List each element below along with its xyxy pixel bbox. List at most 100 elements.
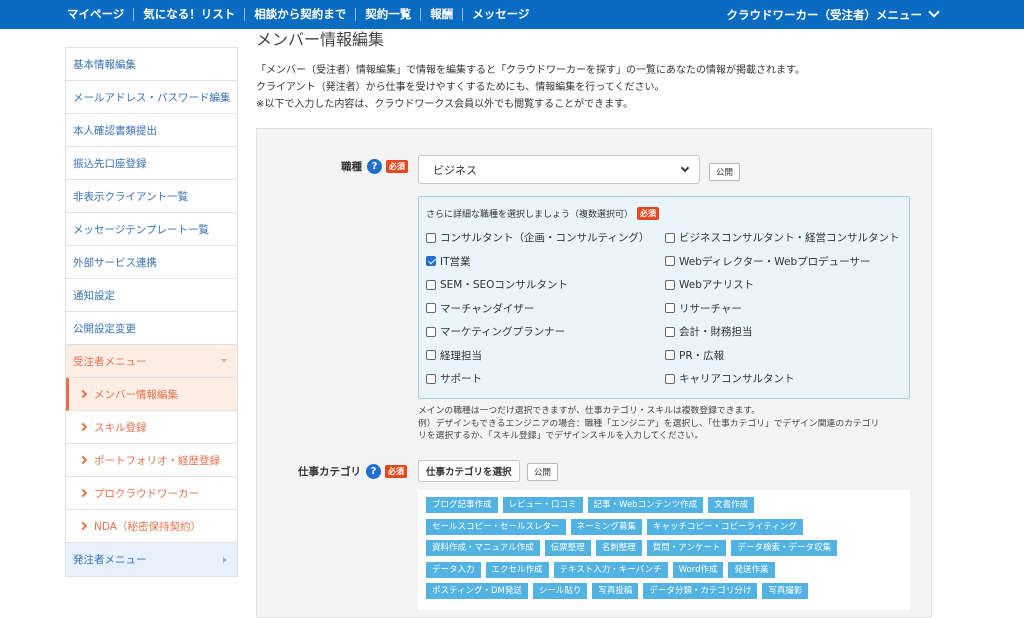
- category-tag[interactable]: セールスコピー・セールスレター: [426, 518, 566, 535]
- sidebar-item-visibility[interactable]: 公開設定変更: [66, 312, 237, 345]
- sidebar-sub-label: メンバー情報編集: [94, 388, 178, 401]
- job-type-public-button[interactable]: 公開: [709, 163, 741, 181]
- category-tag[interactable]: エクセル作成: [485, 561, 549, 578]
- checkbox-unchecked[interactable]: [665, 303, 675, 313]
- category-tag[interactable]: 写真撮影: [762, 583, 809, 599]
- sidebar-section-client-menu[interactable]: 発注者メニュー: [66, 543, 237, 576]
- chevron-down-icon: [928, 6, 940, 18]
- checkbox-checked[interactable]: [426, 256, 436, 266]
- sidebar-item-nda[interactable]: NDA（秘密保持契約）: [66, 510, 237, 543]
- checkbox-unchecked[interactable]: [426, 303, 436, 313]
- checkbox-label: IT営業: [440, 255, 471, 268]
- category-tag[interactable]: ネーミング募集: [570, 518, 643, 535]
- help-icon[interactable]: ?: [366, 464, 381, 479]
- sidebar-item-portfolio[interactable]: ポートフォリオ・経歴登録: [66, 444, 237, 477]
- category-tag-row: データ入力 エクセル作成 テキスト入力・キーパンチ Word作成 発送作業: [426, 561, 780, 578]
- category-tag[interactable]: 文書作成: [708, 497, 755, 513]
- sidebar-item-basic-info[interactable]: 基本情報編集: [66, 48, 237, 81]
- category-tag[interactable]: 質問・アンケート: [646, 540, 727, 556]
- sidebar-item-email-password[interactable]: メールアドレス・パスワード編集: [66, 81, 237, 114]
- job-type-select[interactable]: ビジネス: [418, 155, 700, 184]
- checkbox-unchecked[interactable]: [665, 326, 675, 337]
- category-public-button[interactable]: 公開: [527, 463, 559, 481]
- intro-line: クライアント（発注者）から仕事を受けやすくするためにも、情報編集を行ってください…: [256, 82, 665, 93]
- nav-favorites[interactable]: 気になる！リスト: [134, 8, 246, 21]
- category-tag[interactable]: Word作成: [672, 561, 724, 578]
- job-type-checkbox-option[interactable]: コンサルタント（企画・コンサルティング）: [426, 230, 649, 245]
- category-tag[interactable]: ブログ記事作成: [426, 497, 498, 513]
- category-tag[interactable]: キャッチコピー・コピーライティング: [647, 518, 803, 535]
- sidebar-item-pro-worker[interactable]: プロクラウドワーカー: [66, 477, 237, 510]
- checkbox-unchecked[interactable]: [426, 232, 436, 243]
- job-type-checkbox-option[interactable]: マーチャンダイザー: [426, 301, 534, 316]
- category-tag[interactable]: 名刺整理: [595, 540, 642, 556]
- sidebar-item-external-services[interactable]: 外部サービス連携: [66, 246, 237, 279]
- nav-mypage[interactable]: マイページ: [58, 8, 135, 21]
- job-type-checkbox-option[interactable]: キャリアコンサルタント: [665, 371, 795, 386]
- category-tags-area: ブログ記事作成 レビュー・口コミ 記事・Webコンテンツ作成 文書作成セールスコピー・…: [418, 490, 910, 610]
- worker-menu-dropdown[interactable]: クラウドワーカー（受注者）メニュー: [727, 0, 940, 29]
- category-tag-row: ポスティング・DM発送 シール貼り 写真投稿 データ分類・カテゴリ分け 写真撮影: [426, 583, 813, 599]
- checkbox-unchecked[interactable]: [665, 373, 675, 384]
- checkbox-label: 経理担当: [440, 349, 482, 362]
- sidebar-item-message-templates[interactable]: メッセージテンプレート一覧: [66, 213, 237, 246]
- checkbox-unchecked[interactable]: [426, 326, 436, 337]
- job-type-checkbox-option[interactable]: SEM・SEOコンサルタント: [426, 277, 568, 292]
- checkbox-unchecked[interactable]: [665, 350, 675, 360]
- checkbox-unchecked[interactable]: [426, 279, 436, 290]
- caret-right-icon: [223, 556, 227, 563]
- sidebar-sub-label: プロクラウドワーカー: [94, 487, 199, 500]
- sidebar-item-hidden-clients[interactable]: 非表示クライアント一覧: [66, 180, 237, 213]
- checkbox-unchecked[interactable]: [426, 350, 436, 360]
- nav-contracts[interactable]: 契約一覧: [356, 8, 422, 21]
- select-category-button[interactable]: 仕事カテゴリを選択: [418, 460, 520, 482]
- sidebar-item-member-info[interactable]: メンバー情報編集: [66, 378, 237, 411]
- category-tag[interactable]: レビュー・口コミ: [502, 497, 583, 513]
- job-type-checkbox-option[interactable]: Webディレクター・Webプロデューサー: [665, 254, 870, 269]
- nav-consult-to-contract[interactable]: 相談から契約まで: [245, 8, 357, 21]
- nav-rewards[interactable]: 報酬: [421, 8, 464, 21]
- checkbox-unchecked[interactable]: [426, 373, 436, 384]
- category-tag[interactable]: テキスト入力・キーパンチ: [553, 561, 668, 578]
- job-type-checkbox-option[interactable]: PR・広報: [665, 348, 724, 363]
- category-tag[interactable]: 写真投稿: [592, 583, 639, 599]
- sidebar-item-skills[interactable]: スキル登録: [66, 411, 237, 444]
- sidebar-item-notifications[interactable]: 通知設定: [66, 279, 237, 312]
- category-tag[interactable]: 発送作業: [728, 561, 775, 578]
- nav-messages[interactable]: メッセージ: [463, 8, 538, 21]
- category-tag[interactable]: データ入力: [426, 561, 481, 578]
- category-tag[interactable]: ポスティング・DM発送: [426, 583, 528, 599]
- job-type-checkbox-option[interactable]: ビジネスコンサルタント・経営コンサルタント: [665, 230, 900, 245]
- checkbox-label: PR・広報: [679, 349, 725, 362]
- checkbox-label: コンサルタント（企画・コンサルティング）: [440, 232, 650, 244]
- job-type-checkbox-option[interactable]: サポート: [426, 371, 482, 386]
- chevron-right-icon: [78, 521, 88, 531]
- category-tag[interactable]: シール貼り: [532, 583, 588, 599]
- job-type-checkbox-option[interactable]: リサーチャー: [665, 301, 742, 316]
- job-type-checkbox-option[interactable]: 会計・財務担当: [665, 324, 753, 339]
- checkbox-unchecked[interactable]: [665, 232, 675, 243]
- sidebar-item-identity-docs[interactable]: 本人確認書類提出: [66, 114, 237, 147]
- sidebar-section-worker-menu[interactable]: 受注者メニュー: [66, 345, 237, 378]
- checkbox-unchecked[interactable]: [665, 256, 675, 266]
- category-tag[interactable]: 資料作成・マニュアル作成: [426, 540, 540, 556]
- job-type-checkbox-option[interactable]: Webアナリスト: [665, 277, 754, 292]
- settings-sidebar: 基本情報編集 メールアドレス・パスワード編集 本人確認書類提出 振込先口座登録 …: [65, 47, 238, 577]
- job-type-label-group: 職種 ? 必須: [341, 159, 408, 174]
- checkbox-unchecked[interactable]: [665, 279, 675, 290]
- category-tag[interactable]: 記事・Webコンテンツ作成: [587, 497, 704, 513]
- job-type-checkbox-option[interactable]: 経理担当: [426, 348, 482, 363]
- sidebar-item-bank-account[interactable]: 振込先口座登録: [66, 147, 237, 180]
- job-type-label: 職種: [341, 161, 362, 173]
- note-line: メインの職種は一つだけ選択できますが、仕事カテゴリ・スキルは複数登録できます。: [418, 406, 761, 416]
- job-type-checkbox-option[interactable]: IT営業: [426, 254, 471, 269]
- top-navigation-bar: マイページ 気になる！リスト 相談から契約まで 契約一覧 報酬 メッセージ クラ…: [0, 0, 1024, 29]
- category-tag[interactable]: データ分類・カテゴリ分け: [643, 583, 758, 599]
- category-label: 仕事カテゴリ: [298, 466, 361, 478]
- page-title: メンバー情報編集: [256, 30, 385, 49]
- checkbox-label: マーケティングプランナー: [440, 326, 566, 338]
- help-icon[interactable]: ?: [367, 159, 382, 174]
- category-tag[interactable]: データ検索・データ収集: [731, 540, 837, 556]
- category-tag[interactable]: 伝票整理: [544, 540, 591, 556]
- job-type-checkbox-option[interactable]: マーケティングプランナー: [426, 324, 565, 339]
